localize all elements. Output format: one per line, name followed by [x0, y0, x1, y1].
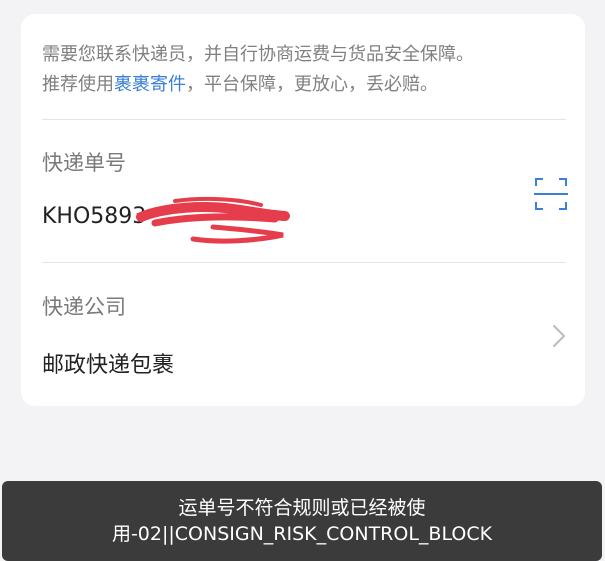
notice-line-2-suffix: ，平台保障，更放心，丢必赔。	[186, 74, 438, 95]
toast-line-2: 用-02||CONSIGN_RISK_CONTROL_BLOCK	[111, 523, 493, 545]
notice-line-2: 推荐使用裹裹寄件，平台保障，更放心，丢必赔。	[42, 70, 562, 100]
notice-line-2-prefix: 推荐使用	[42, 74, 114, 95]
divider	[42, 119, 566, 120]
tracking-number-input[interactable]: KHO5893	[42, 204, 146, 229]
courier-company-value[interactable]: 邮政快递包裹	[42, 347, 174, 379]
form-card: 需要您联系快递员，并自行协商运费与货品安全保障。 推荐使用裹裹寄件，平台保障，更…	[21, 14, 585, 406]
toast-line-1: 运单号不符合规则或已经被使	[178, 497, 426, 519]
redaction-scribble	[136, 196, 290, 244]
notice-text: 需要您联系快递员，并自行协商运费与货品安全保障。 推荐使用裹裹寄件，平台保障，更…	[42, 40, 562, 100]
divider	[42, 262, 566, 263]
chevron-right-icon[interactable]	[549, 322, 569, 350]
error-toast: 运单号不符合规则或已经被使 用-02||CONSIGN_RISK_CONTROL…	[2, 481, 602, 561]
notice-line-1: 需要您联系快递员，并自行协商运费与货品安全保障。	[42, 44, 474, 65]
tracking-number-label: 快递单号	[42, 151, 126, 175]
courier-company-label: 快递公司	[42, 295, 126, 319]
scan-icon[interactable]	[533, 176, 569, 212]
guoguo-send-link[interactable]: 裹裹寄件	[114, 74, 186, 95]
